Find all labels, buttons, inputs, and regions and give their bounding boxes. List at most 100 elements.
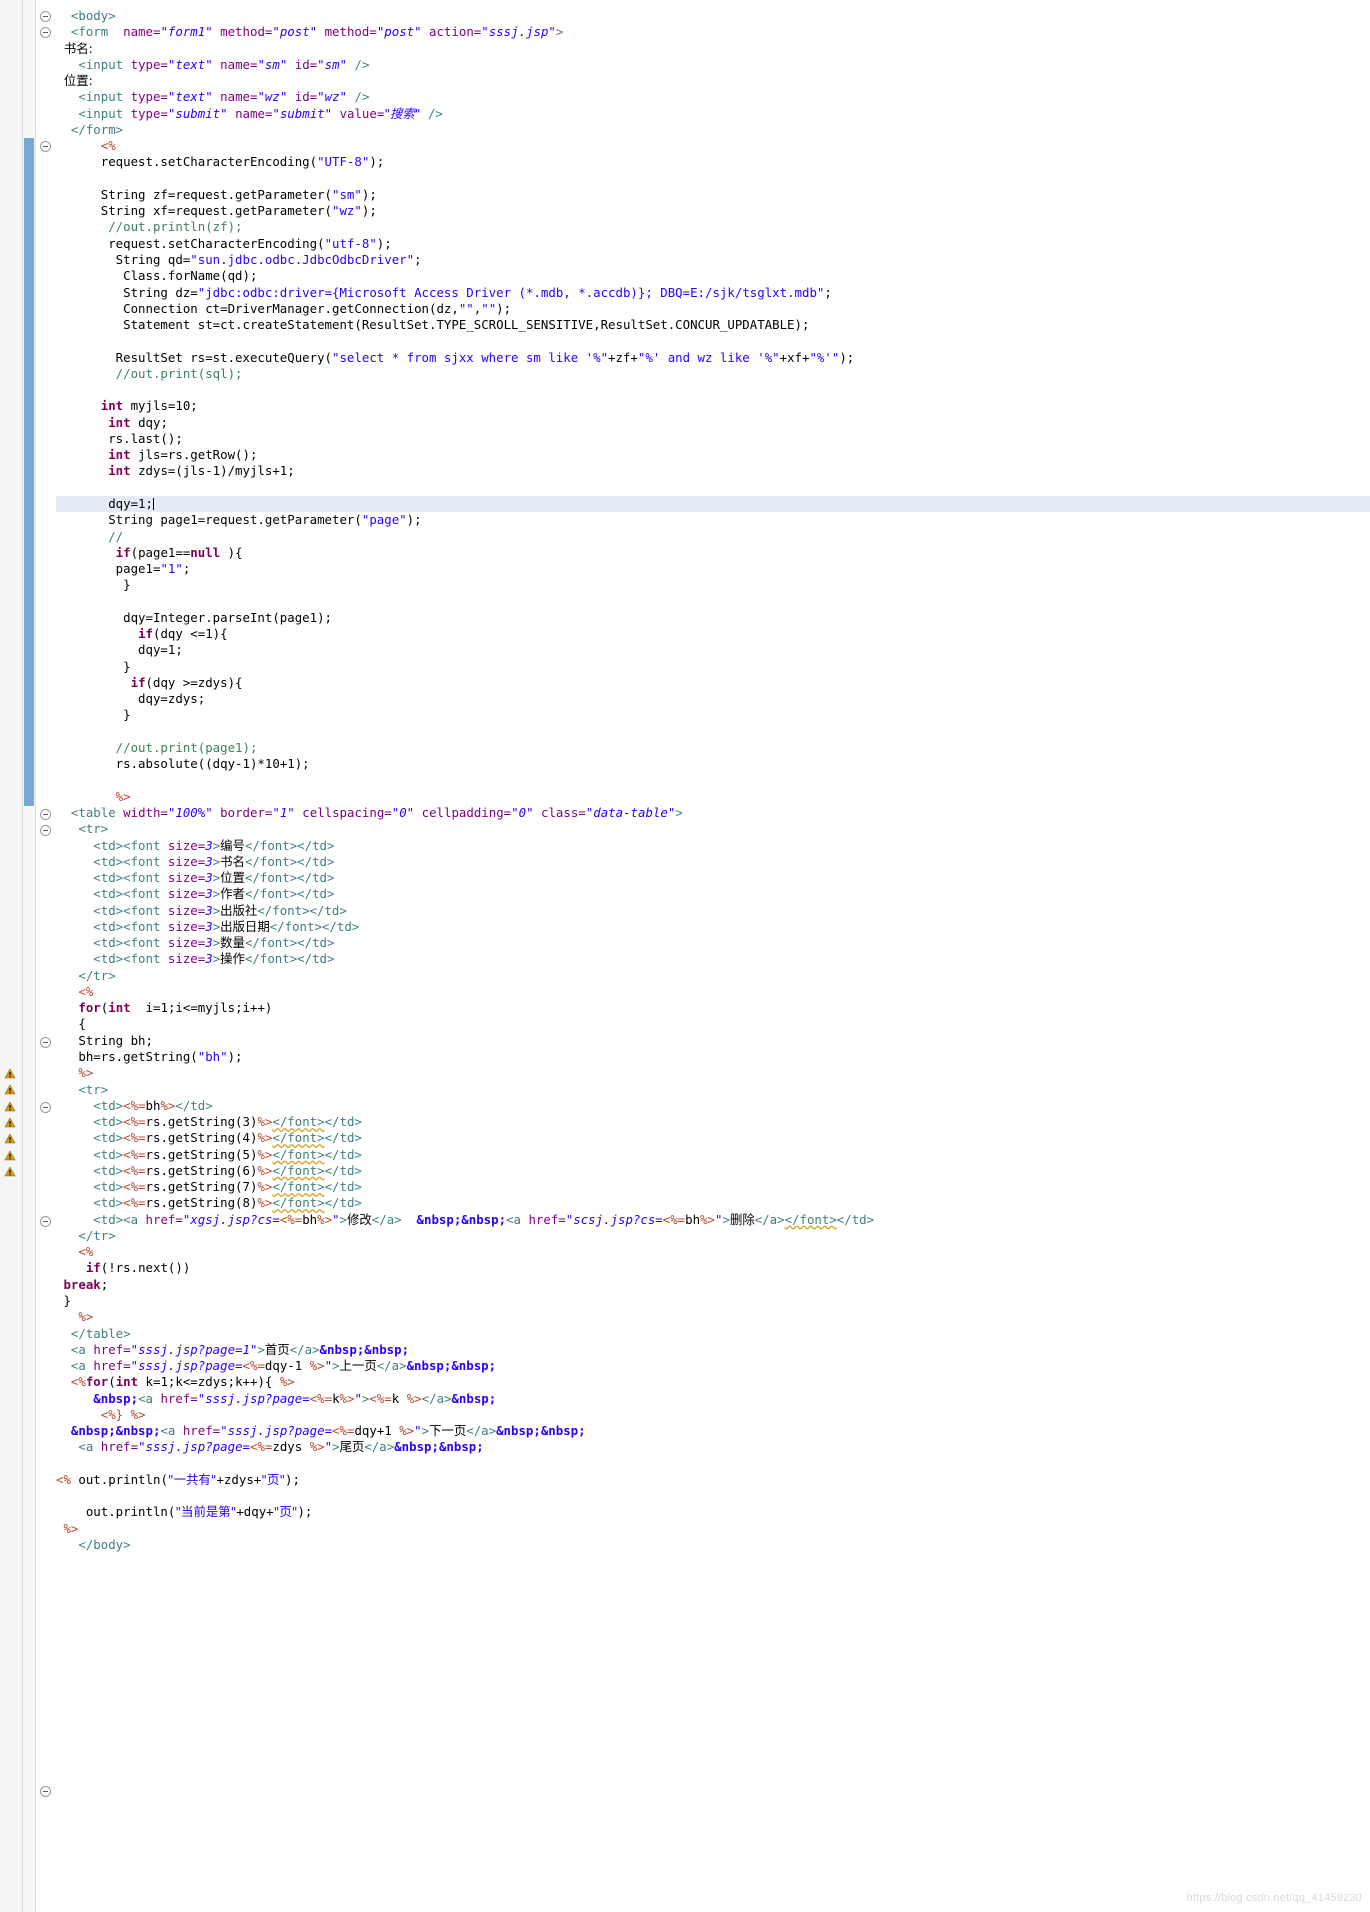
code-line[interactable]: Connection ct=DriverManager.getConnectio… — [56, 301, 1370, 317]
fold-toggle-icon[interactable] — [40, 27, 51, 39]
code-editor[interactable]: <body> <form name="form1" method="post" … — [0, 0, 1370, 1912]
code-line[interactable]: <%for(int k=1;k<=zdys;k++){ %> — [56, 1374, 1370, 1390]
code-line[interactable]: </body> — [56, 1537, 1370, 1553]
code-line[interactable]: dqy=1; — [56, 642, 1370, 658]
warning-marker-icon[interactable] — [4, 1133, 16, 1145]
warning-marker-icon[interactable] — [4, 1084, 16, 1096]
fold-toggle-icon[interactable] — [40, 808, 51, 820]
code-line[interactable] — [56, 772, 1370, 788]
fold-toggle-icon[interactable] — [40, 11, 51, 22]
code-line[interactable]: <form name="form1" method="post" method=… — [56, 24, 1370, 40]
code-line[interactable] — [56, 1456, 1370, 1472]
code-line[interactable]: <table width="100%" border="1" cellspaci… — [56, 805, 1370, 821]
code-line[interactable]: <% — [56, 138, 1370, 154]
code-line[interactable]: <td><font size=3>位置</font></td> — [56, 870, 1370, 886]
code-line[interactable]: <td><%=rs.getString(6)%></font></td> — [56, 1163, 1370, 1179]
code-line[interactable]: <td><font size=3>操作</font></td> — [56, 951, 1370, 967]
warning-marker-icon[interactable] — [4, 1149, 16, 1162]
code-line[interactable]: </form> — [56, 122, 1370, 138]
code-line[interactable]: <td><%=rs.getString(8)%></font></td> — [56, 1195, 1370, 1211]
code-line[interactable] — [56, 594, 1370, 610]
code-folding-bar[interactable] — [36, 0, 56, 1912]
code-line[interactable]: <% — [56, 984, 1370, 1000]
code-line[interactable]: <input type="text" name="wz" id="wz" /> — [56, 89, 1370, 105]
code-line[interactable]: String qd="sun.jdbc.odbc.JdbcOdbcDriver"… — [56, 252, 1370, 268]
code-line[interactable]: String zf=request.getParameter("sm"); — [56, 187, 1370, 203]
code-line[interactable]: bh=rs.getString("bh"); — [56, 1049, 1370, 1065]
code-line[interactable]: } — [56, 1293, 1370, 1309]
code-line[interactable]: %> — [56, 789, 1370, 805]
code-line[interactable]: <td><%=rs.getString(7)%></font></td> — [56, 1179, 1370, 1195]
code-line[interactable] — [56, 333, 1370, 349]
code-line[interactable]: 书名: — [56, 41, 1370, 57]
code-line[interactable]: <td><%=rs.getString(3)%></font></td> — [56, 1114, 1370, 1130]
code-line[interactable]: } — [56, 659, 1370, 675]
code-line[interactable]: } — [56, 707, 1370, 723]
fold-toggle-icon[interactable] — [40, 1215, 51, 1227]
code-line[interactable]: dqy=1; — [56, 495, 1370, 513]
code-line[interactable]: //out.println(zf); — [56, 219, 1370, 235]
code-line[interactable]: <td><a href="xgsj.jsp?cs=<%=bh%>">修改</a>… — [56, 1212, 1370, 1228]
code-line[interactable]: &nbsp;&nbsp;<a href="sssj.jsp?page=<%=dq… — [56, 1423, 1370, 1439]
code-line[interactable]: &nbsp;<a href="sssj.jsp?page=<%=k%>"><%=… — [56, 1391, 1370, 1407]
code-line[interactable]: <input type="submit" name="submit" value… — [56, 106, 1370, 122]
code-line[interactable] — [56, 171, 1370, 187]
code-line[interactable]: <%} %> — [56, 1407, 1370, 1423]
code-line[interactable]: rs.absolute((dqy-1)*10+1); — [56, 756, 1370, 772]
code-line[interactable]: Statement st=ct.createStatement(ResultSe… — [56, 317, 1370, 333]
code-line[interactable]: </tr> — [56, 968, 1370, 984]
code-line[interactable]: String bh; — [56, 1033, 1370, 1049]
code-line[interactable]: <body> — [56, 8, 1370, 24]
fold-toggle-icon[interactable] — [40, 1036, 51, 1048]
code-line[interactable]: <td><%=rs.getString(5)%></font></td> — [56, 1147, 1370, 1163]
code-line[interactable] — [56, 382, 1370, 398]
code-line[interactable]: <tr> — [56, 821, 1370, 837]
fold-toggle-icon[interactable] — [40, 1101, 51, 1113]
code-line[interactable]: <input type="text" name="sm" id="sm" /> — [56, 57, 1370, 73]
code-line[interactable]: out.println("当前是第"+dqy+"页"); — [56, 1504, 1370, 1520]
code-line[interactable]: dqy=zdys; — [56, 691, 1370, 707]
code-line[interactable]: Class.forName(qd); — [56, 268, 1370, 284]
code-line[interactable]: <td><font size=3>书名</font></td> — [56, 854, 1370, 870]
fold-toggle-icon[interactable] — [40, 141, 51, 153]
code-line[interactable]: <td><font size=3>出版社</font></td> — [56, 903, 1370, 919]
code-line[interactable]: int myjls=10; — [56, 398, 1370, 414]
fold-toggle-icon[interactable] — [40, 1785, 51, 1797]
code-line[interactable]: int zdys=(jls-1)/myjls+1; — [56, 463, 1370, 479]
code-line[interactable]: <% out.println("一共有"+zdys+"页"); — [56, 1472, 1370, 1488]
source-code-text[interactable]: <body> <form name="form1" method="post" … — [56, 0, 1370, 1912]
warning-marker-icon[interactable] — [4, 1166, 16, 1178]
code-line[interactable]: <td><%=bh%></td> — [56, 1098, 1370, 1114]
code-line[interactable]: if(page1==null ){ — [56, 545, 1370, 561]
code-line[interactable]: request.setCharacterEncoding("UTF-8"); — [56, 154, 1370, 170]
code-line[interactable]: int jls=rs.getRow(); — [56, 447, 1370, 463]
code-line[interactable]: request.setCharacterEncoding("utf-8"); — [56, 236, 1370, 252]
code-line[interactable]: dqy=Integer.parseInt(page1); — [56, 610, 1370, 626]
code-line[interactable]: <td><font size=3>出版日期</font></td> — [56, 919, 1370, 935]
code-line[interactable] — [56, 480, 1370, 496]
code-line[interactable]: break; — [56, 1277, 1370, 1293]
code-line[interactable]: ResultSet rs=st.executeQuery("select * f… — [56, 350, 1370, 366]
fold-toggle-icon[interactable] — [40, 825, 51, 836]
code-line[interactable]: <td><font size=3>作者</font></td> — [56, 886, 1370, 902]
code-line[interactable]: <tr> — [56, 1082, 1370, 1098]
code-line[interactable]: String xf=request.getParameter("wz"); — [56, 203, 1370, 219]
code-line[interactable]: %> — [56, 1065, 1370, 1081]
code-line[interactable]: if(!rs.next()) — [56, 1260, 1370, 1276]
code-line[interactable]: int dqy; — [56, 415, 1370, 431]
warning-marker-icon[interactable] — [4, 1068, 16, 1080]
code-line[interactable]: <a href="sssj.jsp?page=<%=dqy-1 %>">上一页<… — [56, 1358, 1370, 1374]
annotation-marker-bar[interactable] — [0, 0, 23, 1912]
warning-marker-icon[interactable] — [4, 1117, 16, 1129]
code-line[interactable]: <% — [56, 1244, 1370, 1260]
code-line[interactable] — [56, 724, 1370, 740]
code-line[interactable]: page1="1"; — [56, 561, 1370, 577]
code-line[interactable]: %> — [56, 1521, 1370, 1537]
code-line[interactable]: String dz="jdbc:odbc:driver={Microsoft A… — [56, 285, 1370, 301]
code-line[interactable]: if(dqy <=1){ — [56, 626, 1370, 642]
code-line[interactable]: </table> — [56, 1326, 1370, 1342]
code-line[interactable]: 位置: — [56, 73, 1370, 89]
code-line[interactable] — [56, 1488, 1370, 1504]
code-line[interactable]: for(int i=1;i<=myjls;i++) — [56, 1000, 1370, 1016]
code-line[interactable]: // — [56, 529, 1370, 545]
